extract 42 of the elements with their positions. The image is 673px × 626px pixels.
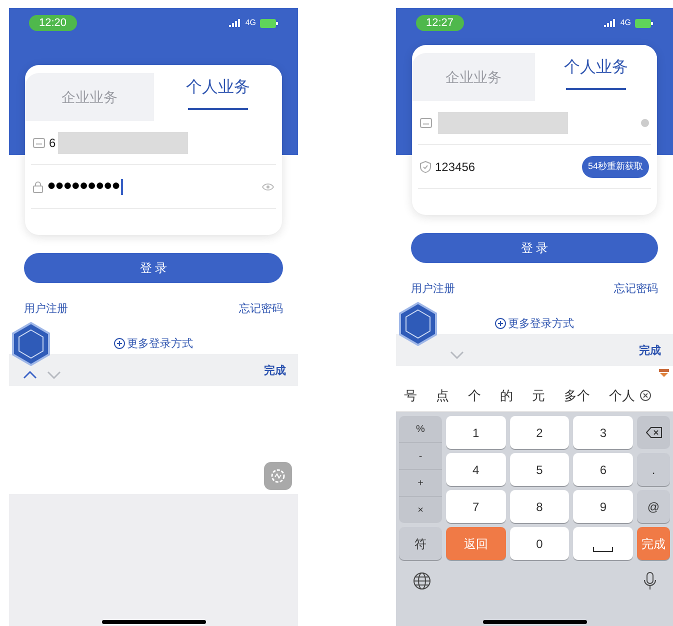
candidate-word[interactable]: 点 bbox=[436, 386, 449, 406]
digit-key[interactable]: 8 bbox=[510, 490, 570, 523]
login-button[interactable]: 登 录 bbox=[411, 233, 658, 263]
symbol-key[interactable]: + bbox=[399, 470, 442, 497]
candidate-word[interactable]: 的 bbox=[500, 386, 513, 406]
candidate-word[interactable]: 个 bbox=[468, 386, 481, 406]
status-time: 12:20 bbox=[29, 15, 77, 31]
symbol-key[interactable]: % bbox=[399, 416, 442, 443]
symbol-key[interactable]: × bbox=[399, 497, 442, 523]
forgot-password-link[interactable]: 忘记密码 bbox=[614, 281, 658, 298]
candidate-word[interactable]: 多个 bbox=[564, 386, 590, 406]
network-label: 4G bbox=[620, 17, 631, 29]
symbol-key[interactable]: . bbox=[637, 453, 670, 486]
forgot-password-link[interactable]: 忘记密码 bbox=[239, 301, 283, 318]
digit-key[interactable]: 3 bbox=[573, 416, 633, 449]
symbol-switch-key[interactable]: 符 bbox=[399, 527, 442, 560]
digit-key[interactable]: 7 bbox=[446, 490, 506, 523]
network-label: 4G bbox=[245, 17, 256, 29]
digit-key[interactable]: 2 bbox=[510, 416, 570, 449]
symbol-key[interactable]: @ bbox=[637, 490, 670, 523]
input-field[interactable]: ●●●●●●●●● bbox=[47, 175, 258, 198]
status-time: 12:27 bbox=[416, 15, 464, 31]
candidate-word[interactable]: 元 bbox=[532, 386, 545, 406]
input-field[interactable]: 123456 bbox=[435, 158, 578, 176]
digit-key[interactable]: 0 bbox=[510, 527, 570, 560]
login-button[interactable]: 登 录 bbox=[24, 253, 283, 283]
done-button[interactable]: 完成 bbox=[264, 362, 286, 379]
digit-key[interactable]: 6 bbox=[573, 453, 633, 486]
symbol-key[interactable]: - bbox=[399, 443, 442, 470]
candidate-word[interactable]: 个人 bbox=[609, 386, 635, 406]
candidate-word[interactable]: 号 bbox=[404, 386, 417, 406]
digit-key[interactable]: 4 bbox=[446, 453, 506, 486]
more-login-link[interactable]: 更多登录方式 bbox=[508, 316, 574, 332]
input-field[interactable]: 6 bbox=[49, 132, 274, 154]
more-login-link[interactable]: 更多登录方式 bbox=[127, 336, 193, 352]
digit-key[interactable]: 9 bbox=[573, 490, 633, 523]
digit-key[interactable]: 5 bbox=[510, 453, 570, 486]
done-button[interactable]: 完成 bbox=[639, 342, 661, 359]
resend-code-button[interactable]: 54秒重新获取 bbox=[582, 156, 649, 178]
register-link[interactable]: 用户注册 bbox=[411, 281, 455, 298]
register-link[interactable]: 用户注册 bbox=[24, 301, 68, 318]
digit-key[interactable]: 1 bbox=[446, 416, 506, 449]
